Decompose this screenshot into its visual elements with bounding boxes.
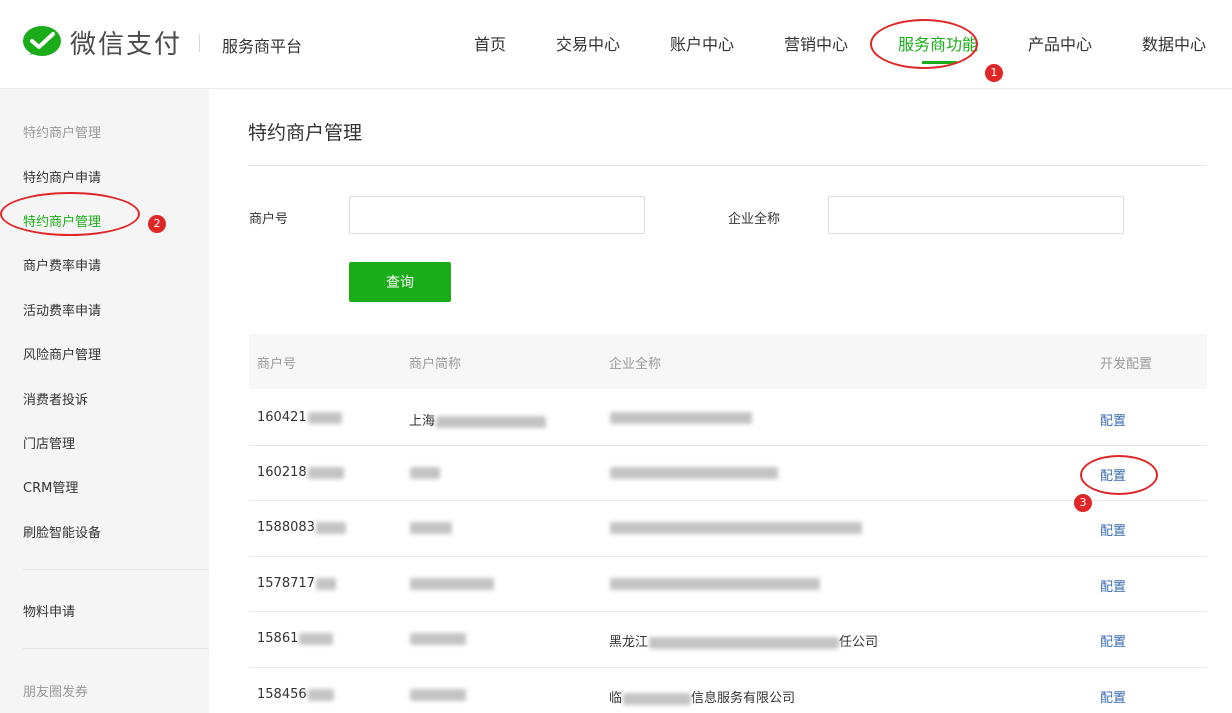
annotation-circle-1 <box>870 19 978 69</box>
config-link[interactable]: 配置 <box>1100 576 1126 595</box>
nav-account[interactable]: 账户中心 <box>670 31 734 55</box>
sidebar-item-crm[interactable]: CRM管理 <box>23 477 78 496</box>
sidebar-divider <box>23 569 209 570</box>
sidebar: 特约商户管理 特约商户申请 特约商户管理 商户费率申请 活动费率申请 风险商户管… <box>0 89 209 713</box>
table-cell-merchant-no: 15861 <box>257 631 334 646</box>
sidebar-group-merchant-mgmt: 特约商户管理 <box>23 126 102 141</box>
nav-transactions[interactable]: 交易中心 <box>556 31 620 55</box>
table-header <box>249 334 1207 389</box>
platform-name: 服务商平台 <box>222 37 303 56</box>
column-header-merchant-no: 商户号 <box>257 357 297 372</box>
top-header: 微信支付 服务商平台 首页 交易中心 账户中心 营销中心 服务商功能 产品中心 … <box>0 0 1232 89</box>
table-cell-company-name: 黑龙江 任公司 <box>609 635 879 650</box>
company-name-label: 企业全称 <box>728 212 781 227</box>
sidebar-item-materials[interactable]: 物料申请 <box>23 601 75 620</box>
page-title: 特约商户管理 <box>248 122 363 144</box>
annotation-badge-2: 2 <box>148 215 166 233</box>
config-link[interactable]: 配置 <box>1100 631 1126 650</box>
table-cell-short-name <box>409 576 494 591</box>
merchant-no-input[interactable] <box>349 196 645 234</box>
annotation-badge-3: 3 <box>1074 494 1092 512</box>
sidebar-item-risk-merchant[interactable]: 风险商户管理 <box>23 344 101 363</box>
table-cell-merchant-no: 1588083 <box>257 520 346 535</box>
table-cell-company-name: 临信息服务有限公司 <box>609 691 796 706</box>
config-link[interactable]: 配置 <box>1100 687 1126 706</box>
table-cell-merchant-no: 160218 <box>257 465 344 480</box>
table-cell-company-name <box>609 520 862 535</box>
sidebar-item-activity-rate-apply[interactable]: 活动费率申请 <box>23 300 101 319</box>
nav-data[interactable]: 数据中心 <box>1142 31 1206 55</box>
annotation-circle-2 <box>0 192 140 236</box>
table-row-divider <box>249 611 1207 612</box>
column-header-company-name: 企业全称 <box>609 357 662 372</box>
nav-home[interactable]: 首页 <box>474 31 506 55</box>
company-name-input[interactable] <box>828 196 1124 234</box>
nav-products[interactable]: 产品中心 <box>1028 31 1092 55</box>
table-cell-short-name <box>409 520 452 535</box>
table-cell-company-name <box>609 576 820 591</box>
table-cell-company-name <box>609 410 752 425</box>
column-header-short-name: 商户简称 <box>409 357 462 372</box>
sidebar-item-store-mgmt[interactable]: 门店管理 <box>23 433 75 452</box>
sidebar-group-moments-coupons: 朋友圈发券 <box>23 685 89 700</box>
sidebar-item-face-device[interactable]: 刷脸智能设备 <box>23 522 101 541</box>
title-divider <box>248 165 1206 166</box>
sidebar-item-complaints[interactable]: 消费者投诉 <box>23 389 88 408</box>
sidebar-item-merchant-apply[interactable]: 特约商户申请 <box>23 167 101 186</box>
sidebar-divider <box>23 648 209 649</box>
table-row-divider <box>249 445 1207 446</box>
table-row-divider <box>249 500 1207 501</box>
table-cell-short-name <box>409 687 466 702</box>
query-button[interactable]: 查询 <box>349 262 451 302</box>
table-cell-company-name <box>609 465 778 480</box>
config-link[interactable]: 配置 <box>1100 410 1126 429</box>
table-cell-short-name: 上海 <box>409 410 547 429</box>
table-cell-merchant-no: 1578717 <box>257 576 336 591</box>
table-row-divider <box>249 667 1207 668</box>
table-cell-short-name <box>409 465 440 480</box>
table-cell-short-name <box>409 631 466 646</box>
wechat-pay-logo-icon <box>23 26 61 56</box>
brand-name: 微信支付 <box>70 30 183 60</box>
merchant-no-label: 商户号 <box>249 212 289 227</box>
table-row-divider <box>249 556 1207 557</box>
annotation-circle-3 <box>1080 455 1158 495</box>
table-cell-merchant-no: 160421 <box>257 410 342 425</box>
nav-marketing[interactable]: 营销中心 <box>784 31 848 55</box>
sidebar-item-fee-rate-apply[interactable]: 商户费率申请 <box>23 255 101 274</box>
annotation-badge-1: 1 <box>985 64 1003 82</box>
config-link[interactable]: 配置 <box>1100 520 1126 539</box>
table-cell-merchant-no: 158456 <box>257 687 334 702</box>
column-header-dev-config: 开发配置 <box>1100 357 1153 372</box>
header-divider <box>199 34 200 52</box>
